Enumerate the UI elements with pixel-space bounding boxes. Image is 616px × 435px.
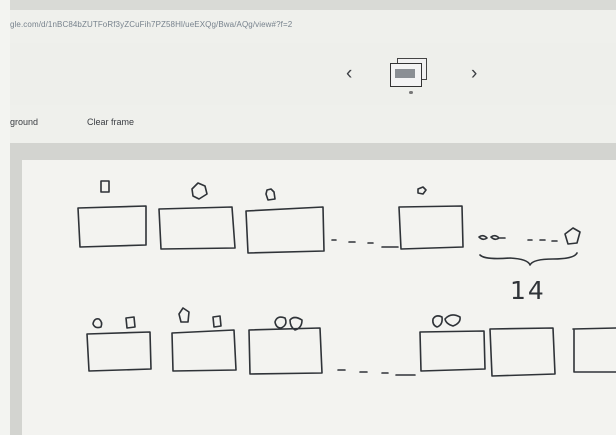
sketch-shape bbox=[274, 316, 287, 329]
sketch-box bbox=[77, 205, 147, 248]
sketch-shape bbox=[92, 318, 103, 329]
sketch-shape bbox=[265, 188, 276, 201]
sketch-shape bbox=[432, 315, 443, 328]
handwritten-number: 14 bbox=[510, 276, 546, 305]
sketch-shape bbox=[490, 234, 500, 241]
sketch-box bbox=[248, 327, 323, 375]
sketch-shape bbox=[100, 180, 110, 193]
sketch-shape bbox=[212, 315, 222, 328]
sketch-box bbox=[86, 331, 152, 372]
sketch-shape bbox=[417, 186, 427, 195]
sketch-box bbox=[489, 327, 556, 377]
sketch-box bbox=[419, 330, 486, 372]
sketch-box bbox=[572, 327, 616, 373]
sketch-shape bbox=[478, 234, 488, 241]
sketch-box bbox=[171, 329, 237, 372]
brace bbox=[479, 252, 578, 266]
sketch-shape bbox=[178, 307, 190, 323]
sketch-shape bbox=[444, 314, 461, 327]
sketch-shape bbox=[564, 227, 581, 245]
sketch-dashes bbox=[337, 369, 416, 376]
sketch-box bbox=[158, 206, 236, 250]
sketch-shape bbox=[191, 182, 208, 200]
hand-drawn-sketch bbox=[77, 180, 616, 377]
sketch-dashes bbox=[527, 239, 558, 242]
sketch-dashes bbox=[331, 239, 399, 248]
sketch-box bbox=[398, 205, 464, 250]
sketch-shape bbox=[125, 316, 136, 329]
sketch-box bbox=[245, 206, 325, 254]
